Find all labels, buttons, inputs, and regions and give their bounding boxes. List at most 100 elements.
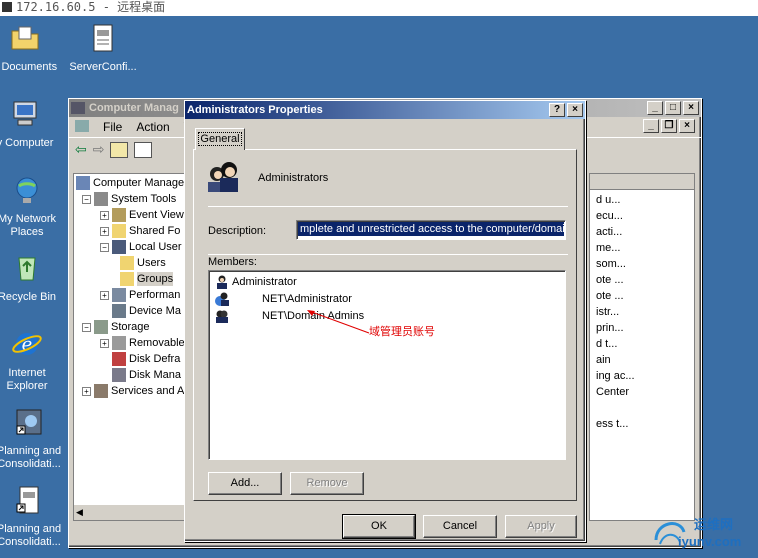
members-list[interactable]: Administrator NET\Administrator NET\Doma… bbox=[208, 270, 566, 460]
user-icon bbox=[217, 275, 227, 289]
details-row[interactable]: d t... bbox=[596, 338, 617, 350]
group-users-icon bbox=[208, 162, 238, 192]
details-row[interactable]: istr... bbox=[596, 306, 619, 318]
removable-storage-icon bbox=[112, 336, 126, 350]
ok-button[interactable]: OK bbox=[342, 514, 416, 539]
apply-button[interactable]: Apply bbox=[505, 515, 577, 538]
console-tree[interactable]: Computer Manage − System Tools + Event Vie… bbox=[73, 173, 187, 521]
menu-action[interactable]: Action bbox=[136, 120, 169, 134]
document-icon bbox=[93, 24, 113, 52]
users-icon bbox=[112, 240, 126, 254]
domain-group-icon bbox=[216, 310, 228, 323]
details-row[interactable]: ain bbox=[596, 354, 611, 366]
details-row[interactable]: ecu... bbox=[596, 210, 623, 222]
menu-file[interactable]: File bbox=[103, 120, 122, 134]
details-row[interactable]: ote ... bbox=[596, 290, 624, 302]
tree-item-system-tools[interactable]: − System Tools bbox=[82, 192, 176, 206]
description-field[interactable]: mplete and unrestricted access to the co… bbox=[296, 220, 566, 240]
tree-item-groups[interactable]: Groups bbox=[120, 272, 174, 286]
details-row[interactable]: d u... bbox=[596, 194, 620, 206]
forward-arrow-icon[interactable]: ⇨ bbox=[93, 141, 105, 158]
member-item[interactable]: Administrator bbox=[215, 275, 297, 289]
computer-icon bbox=[13, 101, 37, 126]
expand-icon[interactable]: + bbox=[82, 386, 91, 396]
tree-item-services-and-apps[interactable]: + Services and A bbox=[82, 384, 184, 398]
mdi-close-button[interactable]: × bbox=[679, 119, 695, 133]
details-row[interactable]: me... bbox=[596, 242, 620, 254]
details-row[interactable]: acti... bbox=[596, 226, 622, 238]
desktop-icon-serverconfig[interactable]: ServerConfi... bbox=[66, 22, 140, 74]
horizontal-scrollbar[interactable]: ◀ bbox=[74, 504, 186, 520]
close-button[interactable]: × bbox=[683, 101, 699, 115]
details-column-header[interactable] bbox=[590, 174, 694, 190]
show-hide-tree-icon[interactable] bbox=[134, 141, 153, 158]
back-arrow-icon[interactable]: ⇦ bbox=[75, 141, 87, 158]
up-folder-icon[interactable] bbox=[110, 141, 129, 158]
expand-icon[interactable]: + bbox=[100, 290, 109, 300]
separator bbox=[208, 254, 568, 255]
shared-folder-icon bbox=[112, 224, 126, 238]
scroll-left-icon[interactable]: ◀ bbox=[76, 507, 83, 518]
expand-icon[interactable]: + bbox=[100, 338, 109, 348]
performance-icon bbox=[112, 288, 126, 302]
members-label: Members: bbox=[208, 256, 257, 268]
desktop-icon-my-documents[interactable]: y Documents bbox=[0, 22, 58, 74]
add-button[interactable]: Add... bbox=[208, 472, 282, 495]
tree-item-computer-management[interactable]: Computer Manage bbox=[76, 176, 184, 190]
remove-button[interactable]: Remove bbox=[290, 472, 364, 495]
remote-desktop-title: 172.16.60.5 - 远程桌面 bbox=[16, 0, 166, 14]
tree-item-disk-defragmenter[interactable]: Disk Defra bbox=[112, 352, 180, 366]
tree-item-disk-management[interactable]: Disk Mana bbox=[112, 368, 181, 382]
administrators-properties-dialog[interactable]: Administrators Properties ? × General Ad… bbox=[184, 100, 586, 542]
desktop-icon-label: Planning and Consolidati... bbox=[0, 445, 62, 470]
collapse-icon[interactable]: − bbox=[82, 194, 91, 204]
network-icon bbox=[16, 177, 38, 203]
services-icon bbox=[94, 384, 108, 398]
mdi-minimize-button[interactable]: _ bbox=[643, 119, 659, 133]
maximize-button[interactable]: □ bbox=[665, 101, 681, 115]
details-row[interactable]: prin... bbox=[596, 322, 624, 334]
tree-item-shared-folders[interactable]: + Shared Fo bbox=[100, 224, 180, 238]
watermark: 运维网 iyunv.com bbox=[650, 510, 750, 554]
desktop-icon-my-computer[interactable]: y Computer bbox=[0, 98, 58, 150]
folder-icon bbox=[120, 256, 134, 270]
desktop-icon-recycle-bin[interactable]: Recycle Bin bbox=[0, 252, 60, 304]
tree-item-event-viewer[interactable]: + Event View bbox=[100, 208, 184, 222]
details-row[interactable]: ing ac... bbox=[596, 370, 635, 382]
desktop-icon-my-network-places[interactable]: My Network Places bbox=[0, 174, 60, 239]
tree-item-performance[interactable]: + Performan bbox=[100, 288, 180, 302]
domain-user-icon bbox=[215, 292, 229, 306]
cancel-button[interactable]: Cancel bbox=[423, 515, 497, 538]
separator bbox=[208, 206, 568, 207]
desktop-icon-planning-2[interactable]: Planning and Consolidati... bbox=[0, 484, 64, 549]
description-label: Description: bbox=[208, 225, 267, 237]
details-row[interactable]: ess t... bbox=[596, 418, 628, 430]
collapse-icon[interactable]: − bbox=[100, 242, 109, 252]
details-row[interactable]: ote ... bbox=[596, 274, 624, 286]
minimize-button[interactable]: _ bbox=[647, 101, 663, 115]
remote-desktop-title-bar: 172.16.60.5 - 远程桌面 bbox=[0, 0, 758, 16]
desktop-icon-label: y Computer bbox=[0, 137, 54, 149]
member-item[interactable]: NET\Administrator bbox=[215, 292, 352, 306]
tree-item-users[interactable]: Users bbox=[120, 256, 166, 270]
help-button[interactable]: ? bbox=[549, 103, 565, 117]
mdi-restore-button[interactable]: ❐ bbox=[661, 119, 677, 133]
details-row[interactable]: Center bbox=[596, 386, 629, 398]
desktop-icon-planning-1[interactable]: Planning and Consolidati... bbox=[0, 406, 64, 471]
tab-general[interactable]: General bbox=[195, 128, 245, 150]
tree-item-device-manager[interactable]: Device Ma bbox=[112, 304, 181, 318]
expand-icon[interactable]: + bbox=[100, 226, 109, 236]
collapse-icon[interactable]: − bbox=[82, 322, 91, 332]
recycle-bin-icon bbox=[18, 257, 36, 281]
details-pane[interactable]: d u... ecu... acti... me... som... ote .… bbox=[589, 173, 695, 521]
tree-item-local-users[interactable]: − Local User bbox=[100, 240, 182, 254]
desktop-icon-label: Recycle Bin bbox=[0, 291, 57, 303]
tree-item-storage[interactable]: − Storage bbox=[82, 320, 150, 334]
tree-item-removable-storage[interactable]: + Removable bbox=[100, 336, 185, 350]
details-row[interactable]: som... bbox=[596, 258, 626, 270]
desktop-icon-internet-explorer[interactable]: e Internet Explorer bbox=[0, 328, 60, 393]
event-viewer-icon bbox=[112, 208, 126, 222]
expand-icon[interactable]: + bbox=[100, 210, 109, 220]
dialog-close-button[interactable]: × bbox=[567, 103, 583, 117]
dialog-title-bar[interactable]: Administrators Properties ? × bbox=[185, 101, 585, 119]
